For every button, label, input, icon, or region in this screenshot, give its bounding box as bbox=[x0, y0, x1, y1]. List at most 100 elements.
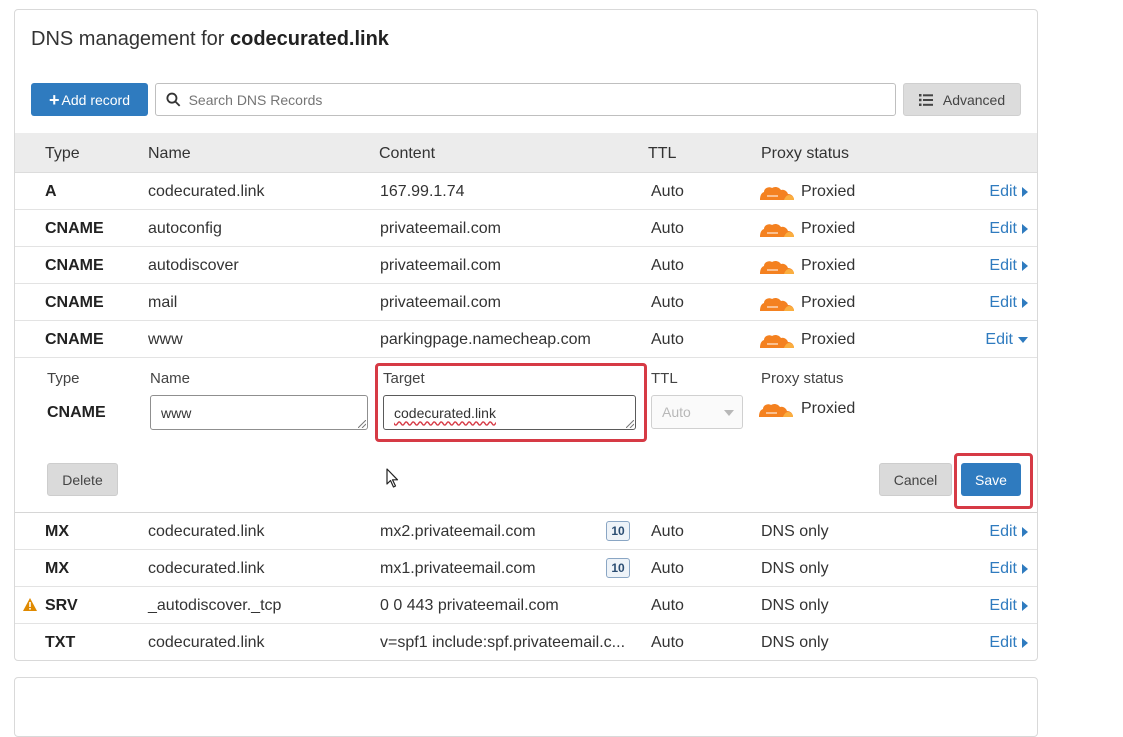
record-name: mail bbox=[148, 294, 178, 311]
cancel-label: Cancel bbox=[893, 471, 938, 488]
record-ttl: Auto bbox=[651, 634, 684, 651]
edit-link[interactable]: Edit bbox=[989, 257, 1028, 275]
caret-right-icon bbox=[1022, 601, 1028, 611]
caret-right-icon bbox=[1022, 298, 1028, 308]
table-row[interactable]: TXT codecurated.link v=spf1 include:spf.… bbox=[15, 624, 1037, 660]
table-row[interactable]: MX codecurated.link mx2.privateemail.com… bbox=[15, 513, 1037, 550]
column-proxy-status: Proxy status bbox=[761, 145, 850, 162]
ttl-select[interactable]: Auto bbox=[651, 395, 743, 429]
editor-ttl-label: TTL bbox=[651, 370, 678, 387]
edit-label: Edit bbox=[989, 257, 1017, 274]
edit-link[interactable]: Edit bbox=[989, 220, 1028, 238]
record-proxy-status: DNS only bbox=[761, 634, 829, 651]
cloud-icon bbox=[760, 222, 794, 238]
secondary-card bbox=[14, 677, 1038, 737]
dns-management-card: DNS management for codecurated.link + Ad… bbox=[14, 9, 1038, 661]
edit-link[interactable]: Edit bbox=[989, 634, 1028, 652]
priority-badge: 10 bbox=[606, 521, 630, 541]
editor-type-label: Type bbox=[47, 370, 80, 387]
record-content: privateemail.com bbox=[380, 220, 501, 237]
target-input[interactable]: codecurated.link bbox=[383, 395, 636, 430]
record-name: codecurated.link bbox=[148, 183, 265, 200]
record-type: CNAME bbox=[45, 220, 104, 237]
record-content: mx2.privateemail.com bbox=[380, 523, 536, 540]
name-input-value: www bbox=[161, 404, 192, 421]
edit-link[interactable]: Edit bbox=[989, 560, 1028, 578]
delete-label: Delete bbox=[62, 471, 103, 488]
record-type: MX bbox=[45, 523, 69, 540]
advanced-button[interactable]: Advanced bbox=[903, 83, 1021, 116]
record-type: SRV bbox=[45, 597, 78, 614]
caret-right-icon bbox=[1022, 564, 1028, 574]
record-ttl: Auto bbox=[651, 257, 684, 274]
record-proxy-status: Proxied bbox=[801, 220, 856, 237]
table-row[interactable]: MX codecurated.link mx1.privateemail.com… bbox=[15, 550, 1037, 587]
edit-label: Edit bbox=[989, 523, 1017, 540]
resize-handle-icon[interactable] bbox=[626, 420, 634, 428]
title-prefix: DNS management for bbox=[31, 28, 225, 50]
edit-label: Edit bbox=[985, 331, 1013, 348]
table-row[interactable]: CNAME autodiscover privateemail.com Auto… bbox=[15, 247, 1037, 284]
add-record-button[interactable]: + Add record bbox=[31, 83, 148, 116]
record-content: v=spf1 include:spf.privateemail.c... bbox=[380, 634, 626, 651]
caret-right-icon bbox=[1022, 527, 1028, 537]
add-record-label: Add record bbox=[61, 91, 130, 108]
priority-value: 10 bbox=[611, 561, 625, 575]
record-ttl: Auto bbox=[651, 523, 684, 540]
cloud-icon bbox=[759, 402, 793, 418]
table-row[interactable]: A codecurated.link 167.99.1.74 Auto Prox… bbox=[15, 173, 1037, 210]
record-type: A bbox=[45, 183, 57, 200]
record-content: mx1.privateemail.com bbox=[380, 560, 536, 577]
search-input[interactable] bbox=[186, 90, 895, 109]
delete-button[interactable]: Delete bbox=[47, 463, 118, 496]
table-row[interactable]: CNAME autoconfig privateemail.com Auto P… bbox=[15, 210, 1037, 247]
caret-right-icon bbox=[1022, 261, 1028, 271]
column-content: Content bbox=[379, 145, 436, 162]
record-content: parkingpage.namecheap.com bbox=[380, 331, 591, 348]
record-name: _autodiscover._tcp bbox=[148, 597, 282, 614]
record-proxy-status: Proxied bbox=[801, 294, 856, 311]
caret-right-icon bbox=[1022, 638, 1028, 648]
record-type: TXT bbox=[45, 634, 76, 651]
editor-name-label: Name bbox=[150, 370, 191, 387]
record-ttl: Auto bbox=[651, 331, 684, 348]
resize-handle-icon[interactable] bbox=[358, 420, 366, 428]
record-content: 167.99.1.74 bbox=[380, 183, 465, 200]
column-type: Type bbox=[45, 145, 80, 162]
record-name: www bbox=[148, 331, 183, 348]
cloud-icon bbox=[760, 333, 794, 349]
edit-label: Edit bbox=[989, 183, 1017, 200]
editor-proxy-value: Proxied bbox=[801, 400, 856, 417]
record-proxy-status: Proxied bbox=[801, 331, 856, 348]
advanced-label: Advanced bbox=[942, 91, 1006, 108]
cloud-icon bbox=[760, 296, 794, 312]
table-row[interactable]: CNAME mail privateemail.com Auto Proxied… bbox=[15, 284, 1037, 321]
record-type: CNAME bbox=[45, 257, 104, 274]
edit-label: Edit bbox=[989, 560, 1017, 577]
record-proxy-status: Proxied bbox=[801, 183, 856, 200]
edit-link[interactable]: Edit bbox=[989, 294, 1028, 312]
edit-link[interactable]: Edit bbox=[989, 183, 1028, 201]
editor-type-value: CNAME bbox=[47, 404, 106, 421]
priority-badge: 10 bbox=[606, 558, 630, 578]
plus-icon: + bbox=[49, 89, 60, 110]
record-type: MX bbox=[45, 560, 69, 577]
record-ttl: Auto bbox=[651, 560, 684, 577]
record-name: codecurated.link bbox=[148, 523, 265, 540]
save-button[interactable]: Save bbox=[961, 463, 1021, 496]
table-row-expanded[interactable]: CNAME www parkingpage.namecheap.com Auto… bbox=[15, 321, 1037, 358]
cancel-button[interactable]: Cancel bbox=[879, 463, 952, 496]
name-input[interactable]: www bbox=[150, 395, 368, 430]
edit-label: Edit bbox=[989, 294, 1017, 311]
edit-link[interactable]: Edit bbox=[989, 523, 1028, 541]
edit-label: Edit bbox=[989, 220, 1017, 237]
caret-down-icon bbox=[1018, 337, 1028, 343]
table-row[interactable]: SRV _autodiscover._tcp 0 0 443 privateem… bbox=[15, 587, 1037, 624]
mouse-cursor-icon bbox=[386, 468, 399, 488]
record-ttl: Auto bbox=[651, 220, 684, 237]
search-box[interactable] bbox=[155, 83, 896, 116]
record-proxy-status: DNS only bbox=[761, 523, 829, 540]
edit-link[interactable]: Edit bbox=[985, 331, 1028, 349]
record-name: codecurated.link bbox=[148, 634, 265, 651]
edit-link[interactable]: Edit bbox=[989, 597, 1028, 615]
